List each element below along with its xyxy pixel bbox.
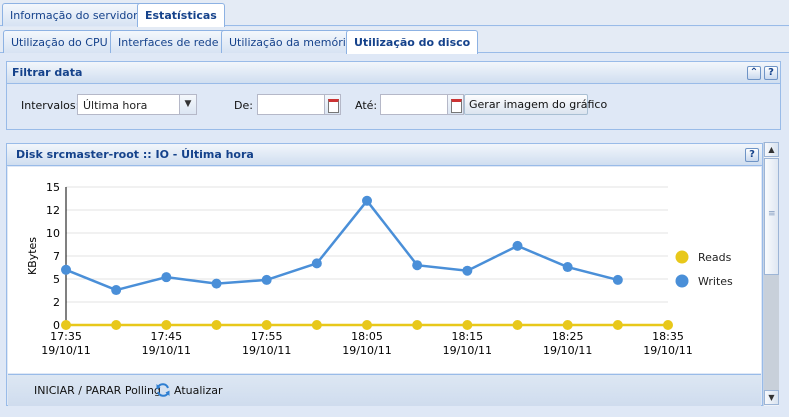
- reads-data-point: [261, 320, 272, 330]
- writes-data-point: [462, 265, 473, 276]
- x-tick-label: 17:55: [251, 330, 283, 343]
- scroll-up-icon[interactable]: ▲: [764, 142, 779, 157]
- writes-data-point: [612, 274, 623, 285]
- reads-data-point: [663, 320, 673, 330]
- to-label: Até:: [355, 99, 378, 112]
- filter-body: Intervalos: Última hora ▼ De: Até: Gerar…: [7, 85, 780, 129]
- top-tabstrip: Informação do servidor Estatísticas: [0, 0, 789, 27]
- tab-network-interfaces[interactable]: Interfaces de rede: [110, 30, 227, 53]
- writes-data-point: [61, 264, 71, 275]
- from-label: De:: [234, 99, 253, 112]
- chart-panel-title: Disk srcmaster-root :: IO - Última hora: [16, 148, 254, 161]
- reads-data-point: [311, 320, 322, 330]
- double-chevron-up-icon[interactable]: ⌃: [747, 66, 761, 80]
- writes-series-line: [65, 198, 619, 292]
- tab-server-info[interactable]: Informação do servidor: [2, 3, 146, 26]
- y-tick-label: 15: [46, 181, 60, 194]
- tab-memory-usage[interactable]: Utilização da memória: [221, 30, 361, 53]
- chevron-down-icon[interactable]: ▼: [179, 95, 196, 114]
- reads-data-point: [512, 320, 523, 330]
- to-date-input[interactable]: [380, 94, 448, 115]
- y-axis-label: KBytes: [26, 237, 39, 275]
- writes-data-point: [512, 240, 523, 251]
- writes-data-point: [261, 274, 272, 285]
- writes-data-point: [161, 272, 172, 283]
- tab-disk-usage[interactable]: Utilização do disco: [346, 30, 479, 54]
- refresh-icon[interactable]: [155, 382, 171, 398]
- refresh-button[interactable]: Atualizar: [174, 384, 223, 397]
- chart-panel-header: Disk srcmaster-root :: IO - Última hora …: [7, 144, 762, 166]
- writes-data-point: [111, 285, 122, 296]
- x-tick-date-label: 19/10/11: [342, 344, 391, 357]
- legend-marker-writes: [675, 274, 689, 288]
- x-tick-label: 17:45: [150, 330, 182, 343]
- interval-label: Intervalos:: [21, 99, 80, 112]
- writes-data-point: [362, 195, 372, 206]
- filter-panel: Filtrar data ⌃ ? Intervalos: Última hora…: [6, 61, 781, 130]
- vertical-scrollbar[interactable]: ▲ ▼: [763, 142, 779, 406]
- x-tick-date-label: 19/10/11: [242, 344, 291, 357]
- calendar-icon[interactable]: [447, 94, 464, 115]
- x-tick-label: 17:35: [50, 330, 82, 343]
- reads-data-point: [462, 320, 473, 330]
- writes-data-point: [211, 278, 222, 289]
- question-icon[interactable]: ?: [764, 66, 778, 80]
- reads-data-point: [412, 320, 423, 330]
- x-tick-date-label: 19/10/11: [643, 344, 692, 357]
- chart-panel: Disk srcmaster-root :: IO - Última hora …: [6, 143, 763, 406]
- from-date-input[interactable]: [257, 94, 325, 115]
- tab-cpu-usage[interactable]: Utilização do CPU: [3, 30, 116, 53]
- x-tick-date-label: 19/10/11: [443, 344, 492, 357]
- y-tick-label: 10: [46, 227, 60, 240]
- x-tick-label: 18:15: [451, 330, 483, 343]
- reads-data-point: [211, 320, 222, 330]
- reads-data-point: [61, 320, 71, 330]
- y-tick-label: 2: [53, 296, 60, 309]
- y-tick-label: 12: [46, 204, 60, 217]
- app-root: Informação do servidor Estatísticas Util…: [0, 0, 789, 417]
- sub-tabstrip: Utilização do CPU Interfaces de rede Uti…: [0, 27, 789, 54]
- reads-data-point: [111, 320, 122, 330]
- legend-label-writes: Writes: [698, 275, 733, 288]
- generate-graph-image-button[interactable]: Gerar imagem do gráfico: [464, 94, 607, 115]
- x-tick-label: 18:35: [652, 330, 684, 343]
- legend-label-reads: Reads: [698, 251, 732, 264]
- y-tick-label: 5: [53, 273, 60, 286]
- reads-data-point: [562, 320, 573, 330]
- y-tick-label: 7: [53, 250, 60, 263]
- scrollbar-track[interactable]: [764, 275, 779, 390]
- chart-footer: INICIAR / PARAR Polling Atualizar: [8, 374, 761, 406]
- filter-panel-title: Filtrar data: [12, 66, 83, 79]
- reads-data-point: [612, 320, 623, 330]
- interval-select-value: Última hora: [83, 99, 148, 112]
- x-tick-date-label: 19/10/11: [142, 344, 191, 357]
- reads-data-point: [362, 320, 372, 330]
- writes-data-point: [562, 262, 573, 273]
- x-tick-label: 18:05: [351, 330, 383, 343]
- x-tick-label: 18:25: [552, 330, 584, 343]
- reads-data-point: [161, 320, 172, 330]
- scroll-down-icon[interactable]: ▼: [764, 390, 779, 405]
- interval-select[interactable]: Última hora ▼: [77, 94, 197, 115]
- filter-panel-header: Filtrar data ⌃ ?: [7, 62, 780, 84]
- scrollbar-thumb[interactable]: [764, 158, 779, 275]
- x-tick-date-label: 19/10/11: [41, 344, 90, 357]
- question-icon[interactable]: ?: [745, 148, 759, 162]
- x-tick-date-label: 19/10/11: [543, 344, 592, 357]
- writes-data-point: [412, 260, 423, 271]
- tab-statistics[interactable]: Estatísticas: [137, 3, 225, 27]
- legend-marker-reads: [675, 250, 689, 264]
- polling-toggle-button[interactable]: INICIAR / PARAR Polling: [34, 384, 161, 397]
- calendar-icon[interactable]: [324, 94, 341, 115]
- chart-area: 0 2 5 7 10 12 15 KBytes 17:35 19/10/11 17:45 19/10/…: [8, 167, 761, 373]
- writes-data-point: [311, 258, 322, 269]
- disk-io-chart: 0257101215KBytes17:3519/10/1117:4519/10/…: [26, 181, 733, 357]
